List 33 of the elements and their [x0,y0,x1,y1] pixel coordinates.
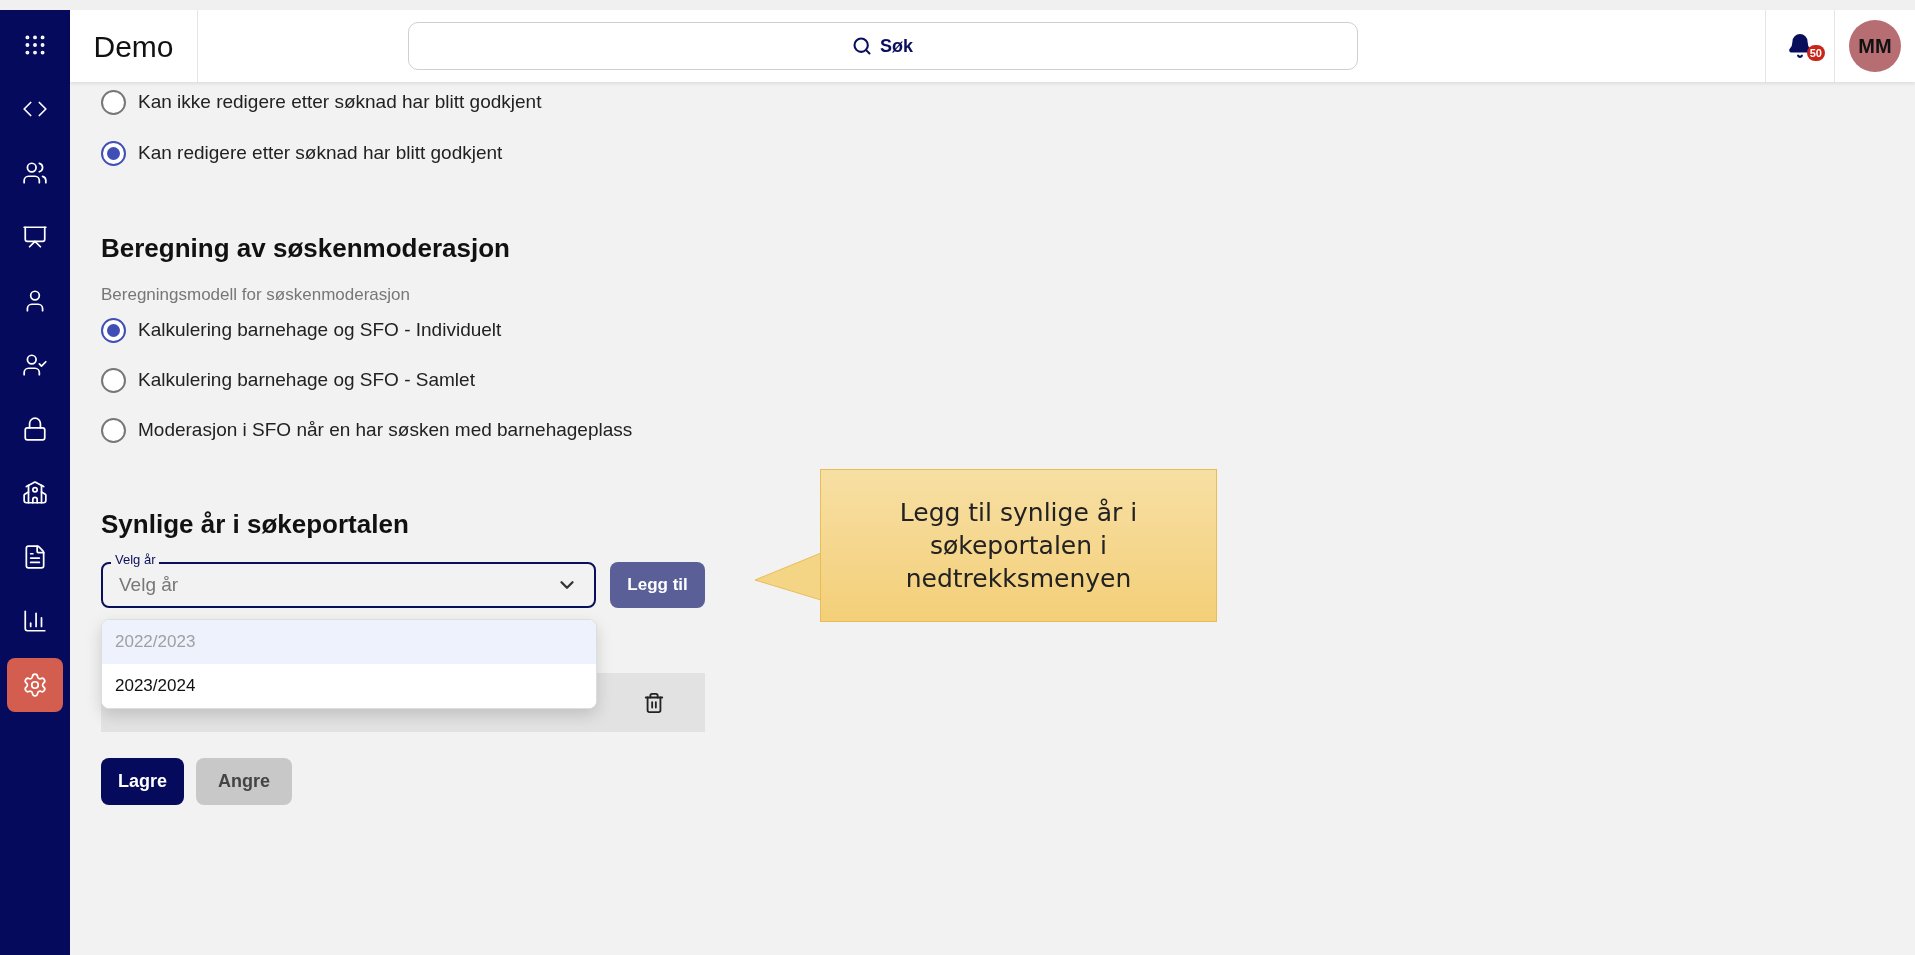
radio-button[interactable] [101,367,126,393]
bar-chart-icon [22,608,48,634]
settings-icon [22,672,48,698]
add-button[interactable]: Legg til [610,562,705,608]
radio-button[interactable] [101,317,126,343]
radio-button[interactable] [101,417,126,443]
select-label: Velg år [111,552,160,568]
tooltip-text: Legg til synlige år i søkeportalen i nedtrekksmenyen [898,497,1139,595]
search-icon [852,36,872,56]
user-avatar[interactable]: MM [1849,20,1901,72]
radio-label: Kalkulering barnehage og SFO - Individuelt [138,317,502,342]
app-title: Demo [93,28,174,65]
radio-label: Kan redigere etter søknad har blitt godkjent [138,140,503,165]
section-heading: Beregning av søskenmoderasjon [101,232,510,264]
save-button[interactable]: Lagre [101,758,185,805]
delete-icon[interactable] [643,691,665,714]
lock-icon [22,416,48,442]
notification-badge: 50 [1806,45,1825,61]
sidebar-item[interactable] [7,658,63,712]
section-heading: Synlige år i søkeportalen [101,508,409,540]
radio-button[interactable] [101,89,126,115]
field-description: Beregningsmodell for søskenmoderasjon [101,284,411,306]
radio-label: Moderasjon i SFO når en har søsken med barnehageplass [138,417,633,442]
radio-label: Kalkulering barnehage og SFO - Samlet [138,367,475,392]
users-icon [22,160,48,186]
user-check-icon [22,352,48,378]
dropdown-option[interactable]: 2023/2024 [102,664,596,708]
presentation-icon [22,224,48,250]
building-icon [22,480,48,506]
search-field[interactable]: Søk [407,22,1358,70]
radio-button[interactable] [101,140,126,166]
radio-label: Kan ikke redigere etter søknad har blitt godkjent [138,89,542,114]
document-icon [22,544,48,570]
